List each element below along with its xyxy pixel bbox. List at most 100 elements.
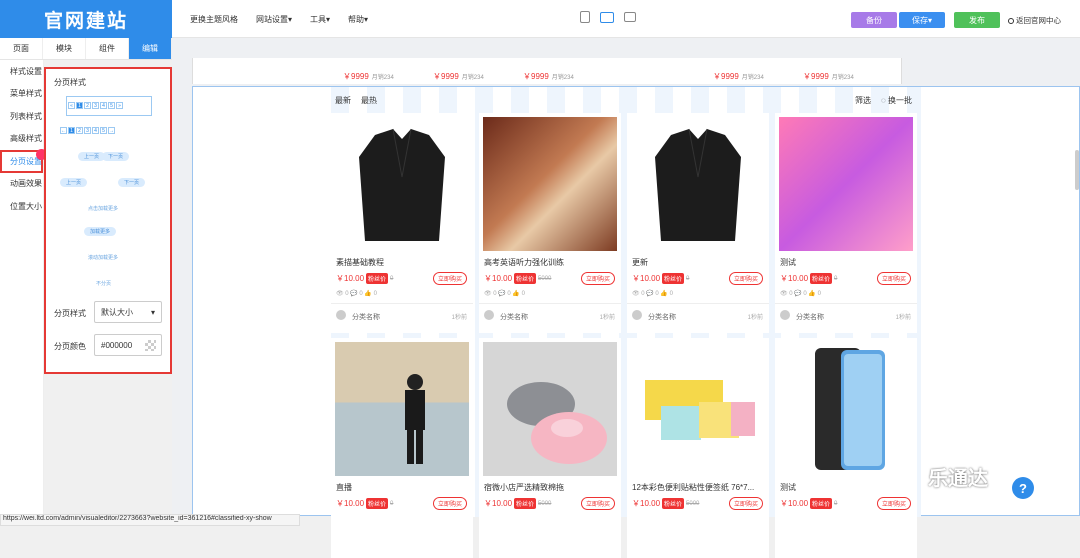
pager-btn: 4 [92,127,99,134]
top-menu: 更换主题风格 网站设置▾ 工具▾ 帮助▾ [190,14,368,25]
style-select[interactable]: 默认大小 ▾ [94,301,162,323]
price-row: ￥10.00 粉丝价 0 [632,273,689,284]
buy-button[interactable]: 立即购买 [580,272,615,285]
tab-component[interactable]: 组件 [86,38,129,59]
product-list-module[interactable]: 最新 最热 筛选 ◌ 换一批 素描基础教程 ￥10.00 粉丝价 0 立即购买 👁 … [192,86,1080,558]
buy-button[interactable]: 立即购买 [728,272,763,285]
product-card[interactable]: 更新 ￥10.00 粉丝价 0 立即购买 👁 0 💬 0 👍 0 分类名称 1秒前 [627,113,769,333]
sort-tabs: 最新 最热 [335,95,377,106]
prev-pill-a[interactable]: 上一页 [78,152,106,161]
nav-pagination[interactable]: 分页设置 [0,149,47,173]
tablet-icon[interactable] [624,12,636,22]
pager-btn: 1 [68,127,75,134]
product-card[interactable]: 12本彩色便利贴粘性便签纸 76*7... ￥10.00 粉丝价 5000 立即购买 [627,338,769,558]
product-image[interactable] [483,342,617,476]
card-footer: 分类名称 1秒前 [627,303,769,327]
time-ago: 1秒前 [451,315,467,321]
refresh-button[interactable]: ◌ 换一批 [881,95,912,106]
product-card[interactable]: 宿微小店严选精致棉拖 ￥10.00 粉丝价 5000 立即购买 [479,338,621,558]
no-pagination[interactable]: 不分页 [96,280,111,287]
jacket-image [359,128,445,241]
card-footer: 分类名称 1秒前 [479,303,621,327]
pager-style-2[interactable]: ← 1 2 3 4 5 → [60,127,115,134]
avatar [780,310,790,320]
strip-price: ￥9999 [803,72,829,81]
buy-button[interactable]: 立即购买 [432,272,467,285]
back-link[interactable]: 返回官网中心 [1008,15,1061,26]
pager-btn: 2 [84,102,91,109]
tab-page[interactable]: 页面 [0,38,43,59]
product-name: 测试 [780,483,796,492]
scroll-load-more[interactable]: 滚动加载更多 [88,254,118,261]
buy-button[interactable]: 立即购买 [876,497,911,510]
scrollbar[interactable] [1075,150,1079,190]
product-image[interactable] [483,117,617,251]
product-image[interactable] [631,117,765,251]
pager-btn: 3 [84,127,91,134]
product-card[interactable]: 素描基础教程 ￥10.00 粉丝价 0 立即购买 👁 0 💬 0 👍 0 分类名称 1… [331,113,473,333]
product-card[interactable]: 高考英语听力强化训练 ￥10.00 粉丝价 5000 立即购买 👁 0 💬 0 👍 … [479,113,621,333]
tab-edit[interactable]: 编辑 [129,38,172,59]
strip-price: ￥9999 [713,72,739,81]
product-card[interactable]: 测试 ￥10.00 粉丝价 0 立即购买 👁 0 💬 0 👍 0 分类名称 1秒前 [775,113,917,333]
product-image[interactable] [779,117,913,251]
save-button[interactable]: 保存▾ [899,12,945,28]
product-image[interactable] [335,117,469,251]
menu-tools[interactable]: 工具▾ [310,14,330,25]
publish-button[interactable]: 发布 [954,12,1000,28]
price: ￥10.00 [336,274,365,283]
sort-hottest[interactable]: 最热 [361,95,377,106]
buy-button[interactable]: 立即购买 [876,272,911,285]
prev-pill-b[interactable]: 上一页 [60,178,88,187]
buy-button[interactable]: 立即购买 [580,497,615,510]
stats: 👁 0 💬 0 👍 0 [336,291,377,297]
tab-module[interactable]: 模块 [43,38,86,59]
price-row: ￥10.00 粉丝价 0 [336,498,393,509]
caret-down-icon: ▾ [150,307,155,317]
product-name: 素描基础教程 [336,258,384,267]
nav-advanced-style[interactable]: 高级样式 [0,128,43,151]
help-button[interactable]: ? [1012,477,1034,499]
menu-site-settings[interactable]: 网站设置▾ [256,14,292,25]
nav-animation[interactable]: 动画效果 [0,173,43,196]
product-name: 测试 [780,258,796,267]
buy-button[interactable]: 立即购买 [728,497,763,510]
pager-btn: 2 [76,127,83,134]
person-image [405,374,425,464]
nav-menu-style[interactable]: 菜单样式 [0,83,43,106]
click-load-more[interactable]: 点击加载更多 [88,205,118,212]
card-footer: 分类名称 1秒前 [331,303,473,327]
menu-theme[interactable]: 更换主题风格 [190,14,238,25]
price: ￥10.00 [632,499,661,508]
strip-price: ￥9999 [343,72,369,81]
sticky-notes-image [645,380,755,440]
color-swatch-icon[interactable] [145,339,156,351]
backup-button[interactable]: 备份 [851,12,897,28]
next-pill-b[interactable]: 下一页 [118,178,146,187]
product-image[interactable] [631,342,765,476]
pager-btn: 5 [108,102,115,109]
nav-style[interactable]: 样式设置 [0,60,43,83]
strip-sub: 月销234 [741,75,764,81]
product-image[interactable] [335,342,469,476]
buy-button[interactable]: 立即购买 [432,497,467,510]
pager-btn: » [116,102,123,109]
product-card[interactable]: 测试 ￥10.00 粉丝价 0 立即购买 [775,338,917,558]
fan-price-tag: 粉丝价 [366,498,389,509]
product-card[interactable]: 直播 ￥10.00 粉丝价 0 立即购买 [331,338,473,558]
color-input[interactable]: #000000 [94,334,162,356]
slippers-image [507,382,607,464]
mobile-icon[interactable] [580,11,590,23]
product-image[interactable] [779,342,913,476]
menu-help[interactable]: 帮助▾ [348,14,368,25]
nav-list-style[interactable]: 列表样式 [0,105,43,128]
desktop-icon[interactable] [600,11,614,23]
filter-button[interactable]: 筛选 [855,95,871,106]
avatar [632,310,642,320]
fan-price-tag: 粉丝价 [810,273,833,284]
load-more-pill[interactable]: 加载更多 [84,227,117,236]
sort-newest[interactable]: 最新 [335,95,351,106]
nav-position-size[interactable]: 位置大小 [0,195,43,218]
pager-btn: ← [60,127,67,134]
next-pill-a[interactable]: 下一页 [102,152,130,161]
